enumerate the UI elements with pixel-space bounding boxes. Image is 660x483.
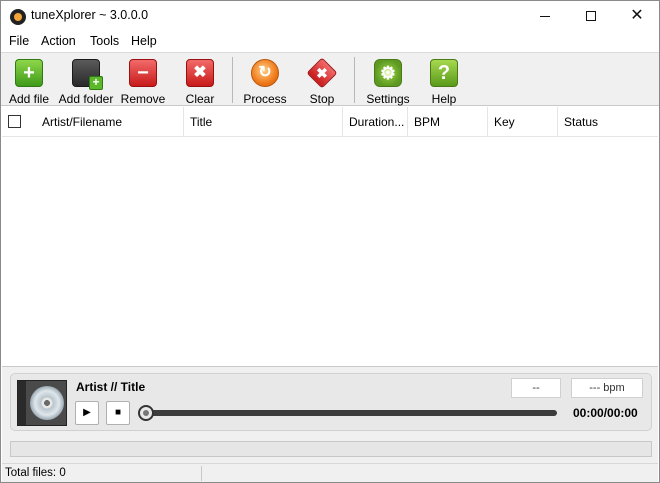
bpm-display: --- bpm [571, 378, 643, 398]
column-title[interactable]: Title [184, 107, 343, 137]
close-icon: ✕ [630, 7, 644, 24]
select-all-checkbox[interactable] [8, 115, 21, 128]
track-title: Artist // Title [76, 380, 146, 394]
list-header: Artist/Filename Title Duration... BPM Ke… [2, 107, 658, 137]
stop-label: Stop [309, 92, 335, 106]
main-window: tuneXplorer ~ 3.0.0.0 ✕ File Action Tool… [0, 0, 660, 483]
close-button[interactable]: ✕ [614, 1, 660, 31]
seek-handle[interactable] [138, 405, 154, 421]
play-button[interactable]: ▶ [75, 401, 99, 425]
column-status[interactable]: Status [558, 107, 658, 137]
process-label: Process [243, 92, 287, 106]
time-display: 00:00/00:00 [573, 406, 638, 420]
add-folder-icon: + [72, 59, 103, 90]
status-bar: Total files: 0 [2, 463, 658, 482]
menu-help[interactable]: Help [131, 34, 157, 48]
maximize-icon [586, 11, 596, 21]
column-key[interactable]: Key [488, 107, 558, 137]
stop-square-icon: ■ [114, 407, 122, 418]
app-logo-icon [10, 9, 26, 25]
remove-label: Remove [120, 92, 166, 106]
help-label: Help [431, 92, 457, 106]
add-file-button[interactable]: + Add file [5, 55, 53, 106]
player-area: Artist // Title -- --- bpm ▶ ■ 00:00/00:… [2, 367, 658, 463]
menu-tools[interactable]: Tools [90, 34, 119, 48]
help-button[interactable]: ? Help [421, 55, 467, 106]
clear-label: Clear [185, 92, 215, 106]
stop-icon: ✖ [306, 57, 338, 89]
seek-bar[interactable] [145, 410, 557, 416]
add-file-label: Add file [8, 92, 50, 106]
player-panel: Artist // Title -- --- bpm ▶ ■ 00:00/00:… [10, 373, 652, 431]
column-duration[interactable]: Duration... [343, 107, 408, 137]
clear-button[interactable]: ✖ Clear [177, 55, 223, 106]
menu-bar: File Action Tools Help [1, 31, 659, 51]
settings-label: Settings [366, 92, 410, 106]
settings-button[interactable]: ⚙ Settings [363, 55, 413, 106]
process-icon: ↻ [251, 59, 279, 87]
title-bar: tuneXplorer ~ 3.0.0.0 ✕ [1, 1, 659, 31]
cd-icon [30, 386, 64, 420]
file-list[interactable]: Artist/Filename Title Duration... BPM Ke… [2, 107, 658, 367]
column-artist-filename[interactable]: Artist/Filename [36, 107, 184, 137]
gear-icon: ⚙ [374, 59, 402, 87]
play-icon: ▶ [83, 407, 91, 418]
add-folder-label: Add folder [58, 92, 114, 106]
toolbar: + Add file + Add folder − Remove ✖ Clear… [1, 52, 659, 106]
album-art [17, 380, 67, 426]
total-files-status: Total files: 0 [5, 467, 66, 479]
window-title: tuneXplorer ~ 3.0.0.0 [31, 8, 149, 22]
minimize-button[interactable] [522, 1, 568, 31]
toolbar-separator [354, 57, 355, 103]
process-button[interactable]: ↻ Process [241, 55, 289, 106]
status-separator [201, 466, 202, 481]
stop-button[interactable]: ✖ Stop [299, 55, 345, 106]
toolbar-separator [232, 57, 233, 103]
stop-playback-button[interactable]: ■ [106, 401, 130, 425]
column-bpm[interactable]: BPM [408, 107, 488, 137]
remove-icon: − [129, 59, 157, 87]
add-folder-button[interactable]: + Add folder [58, 55, 114, 106]
key-display: -- [511, 378, 561, 398]
clear-icon: ✖ [186, 59, 214, 87]
menu-file[interactable]: File [9, 34, 29, 48]
remove-button[interactable]: − Remove [119, 55, 167, 106]
minimize-icon [540, 16, 550, 17]
add-file-icon: + [15, 59, 43, 87]
progress-bar [10, 441, 652, 457]
menu-action[interactable]: Action [41, 34, 76, 48]
help-icon: ? [430, 59, 458, 87]
maximize-button[interactable] [568, 1, 614, 31]
